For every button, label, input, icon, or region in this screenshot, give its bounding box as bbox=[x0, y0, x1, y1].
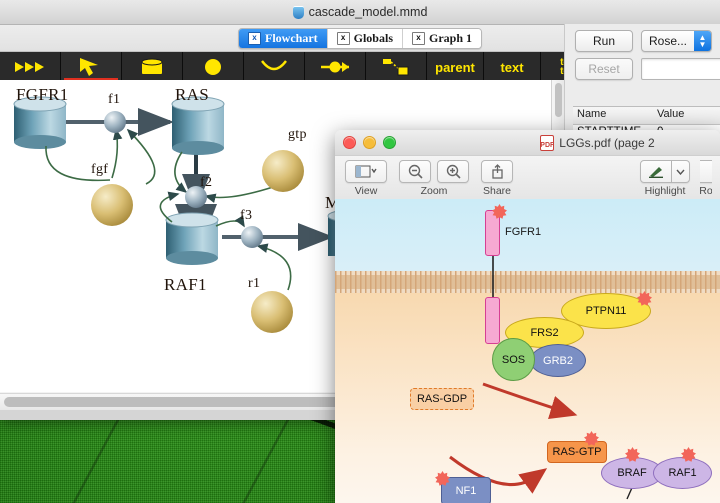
tab-close-icon[interactable]: x bbox=[247, 31, 261, 45]
node-ras-gdp: RAS-GDP bbox=[410, 388, 474, 410]
chevron-updown-icon[interactable]: ▲ ▼ bbox=[694, 31, 711, 51]
column-header-value: Value bbox=[657, 108, 685, 120]
label-braf: BRAF bbox=[617, 467, 647, 479]
pdf-window-titlebar[interactable]: PDF LGGs.pdf (page 2 bbox=[335, 130, 720, 156]
tab-close-icon[interactable]: x bbox=[336, 31, 350, 45]
flow-valve-f1 bbox=[104, 111, 126, 133]
pdf-window-title: LGGs.pdf (page 2 bbox=[559, 135, 655, 150]
rotate-button[interactable] bbox=[700, 160, 712, 183]
parent-button[interactable]: parent bbox=[427, 52, 484, 82]
zoom-group-label: Zoom bbox=[420, 185, 448, 197]
view-button-label: View bbox=[354, 185, 378, 197]
stock-label-ras: RAS bbox=[175, 85, 209, 104]
share-button-label: Share bbox=[482, 185, 512, 197]
converter-gtp bbox=[262, 150, 304, 192]
connector-arc-icon[interactable] bbox=[244, 52, 305, 82]
highlight-button[interactable] bbox=[640, 160, 672, 183]
column-header-name: Name bbox=[577, 108, 607, 120]
zoom-out-button[interactable] bbox=[399, 160, 431, 183]
scrollbar-thumb[interactable] bbox=[555, 83, 562, 117]
tab-flowchart[interactable]: x Flowchart bbox=[238, 28, 328, 48]
stock-ras bbox=[171, 96, 225, 155]
label-frs2: FRS2 bbox=[530, 326, 559, 339]
pointer-arrow-icon[interactable] bbox=[61, 52, 122, 82]
tab-close-icon[interactable]: x bbox=[412, 31, 425, 45]
label-raf1: RAF1 bbox=[668, 467, 697, 479]
tab-globals-label: Globals bbox=[353, 30, 393, 45]
converter-r1 bbox=[251, 291, 293, 333]
flow-label-f3: f3 bbox=[240, 208, 253, 223]
share-button[interactable] bbox=[481, 160, 513, 183]
table-header-row: Name Value bbox=[573, 107, 720, 125]
highlight-chevron-down-icon[interactable] bbox=[672, 160, 690, 183]
stock-raf1 bbox=[165, 212, 219, 265]
converter-label-fgf: fgf bbox=[91, 162, 109, 177]
flow-label-f2: f2 bbox=[200, 175, 213, 190]
run-arrows-icon[interactable] bbox=[0, 52, 61, 82]
document-icon bbox=[292, 5, 304, 19]
node-raf1: RAF1 bbox=[653, 457, 712, 489]
label-ptpn11: PTPN11 bbox=[585, 305, 627, 317]
converter-label-r1: r1 bbox=[248, 276, 261, 291]
reset-button[interactable]: Reset bbox=[575, 58, 633, 80]
converter-label-gtp: gtp bbox=[288, 127, 307, 142]
zoom-in-button[interactable] bbox=[437, 160, 469, 183]
flow-valve-icon[interactable] bbox=[305, 52, 366, 82]
engine-dropdown-label: Rose... bbox=[649, 34, 688, 48]
text-button[interactable]: text bbox=[484, 52, 541, 82]
fgfr1-receptor-intracellular bbox=[485, 297, 500, 344]
main-window-title: cascade_model.mmd bbox=[308, 5, 428, 19]
flow-label-f1: f1 bbox=[108, 92, 121, 107]
view-button[interactable] bbox=[345, 160, 387, 183]
rotate-button-label: Ro bbox=[700, 185, 712, 197]
node-sos: SOS bbox=[492, 338, 535, 381]
stock-label-fgfr1: FGFR1 bbox=[16, 85, 69, 104]
label-grb2: GRB2 bbox=[543, 354, 573, 367]
label-sos: SOS bbox=[501, 353, 526, 366]
run-button[interactable]: Run bbox=[575, 30, 633, 52]
label-nf1: NF1 bbox=[455, 485, 477, 497]
label-ras-gdp: RAS-GDP bbox=[416, 393, 468, 405]
stock-label-raf1: RAF1 bbox=[164, 275, 207, 294]
converter-circle-icon[interactable] bbox=[183, 52, 244, 82]
tab-flowchart-label: Flowchart bbox=[264, 30, 318, 45]
stock-cylinder-icon[interactable] bbox=[122, 52, 183, 82]
engine-dropdown[interactable]: Rose... ▲ ▼ bbox=[641, 30, 712, 52]
tab-graph-1[interactable]: x Graph 1 bbox=[403, 28, 482, 48]
label-fgfr1: FGFR1 bbox=[505, 226, 542, 238]
node-grb2: GRB2 bbox=[530, 344, 586, 377]
search-input[interactable] bbox=[641, 58, 720, 80]
tab-globals[interactable]: x Globals bbox=[327, 28, 403, 48]
pdf-page-content[interactable]: FGFR1 PTPN11 FRS2 GRB2 SOS RAS-GDP RAS-G… bbox=[335, 199, 720, 503]
ghost-module-icon[interactable] bbox=[366, 52, 427, 82]
pdf-icon: PDF bbox=[540, 134, 555, 151]
node-ras-gtp: RAS-GTP bbox=[547, 441, 607, 463]
main-window-titlebar[interactable]: cascade_model.mmd bbox=[0, 0, 720, 25]
label-ras-gtp: RAS-GTP bbox=[552, 446, 602, 458]
converter-fgf bbox=[91, 184, 133, 226]
pdf-toolbar: View Zoom Share Highlight Ro bbox=[335, 156, 720, 205]
flow-valve-f3 bbox=[241, 226, 263, 248]
pdf-preview-window: PDF LGGs.pdf (page 2 View Zoom Share Hig… bbox=[335, 130, 720, 503]
highlight-button-label: Highlight bbox=[644, 185, 686, 197]
tab-graph-1-label: Graph 1 bbox=[429, 30, 473, 45]
